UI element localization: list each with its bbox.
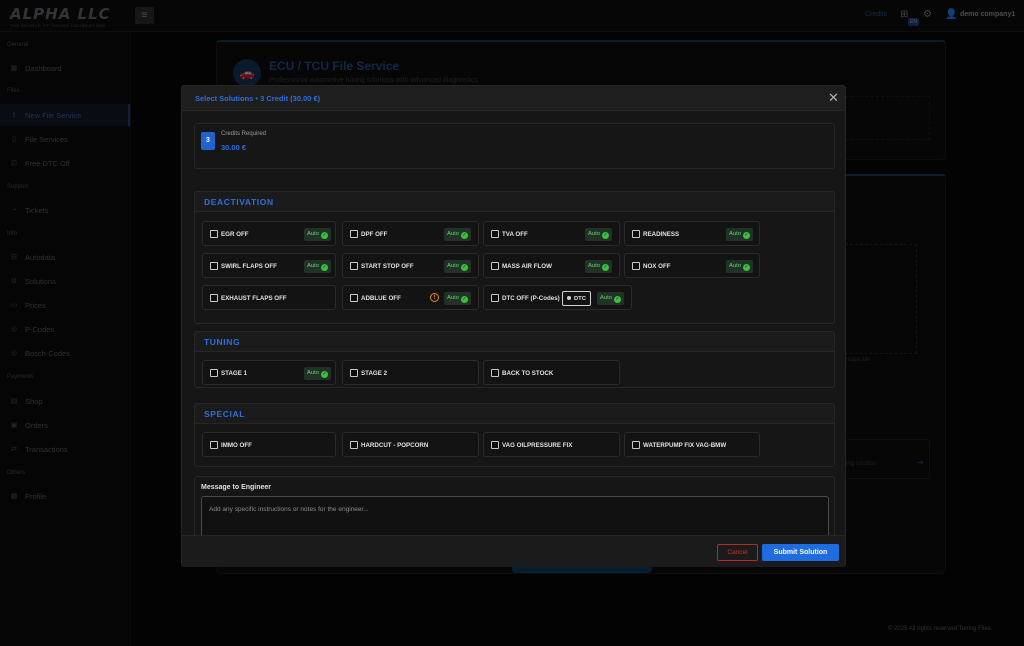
check-circle-icon: ✓ [460, 232, 468, 239]
deactivation-section: DEACTIVATION EGR OFF Auto ✓ DPF OFF Auto ✓… [194, 191, 835, 324]
option-waterpump-fix[interactable]: WATERPUMP FIX VAG-BMW [624, 432, 760, 457]
check-circle-icon: ✓ [601, 232, 609, 239]
option-stage-2[interactable]: STAGE 2 [342, 360, 479, 385]
submit-solution-button[interactable]: Submit Solution [762, 544, 839, 561]
option-hardcut-popcorn[interactable]: HARDCUT - POPCORN [342, 432, 479, 457]
credits-required-label: Credits Required [221, 131, 267, 137]
check-circle-icon: ✓ [320, 232, 328, 239]
checkbox[interactable] [350, 369, 358, 377]
check-circle-icon: ✓ [460, 264, 468, 271]
checkbox[interactable] [491, 262, 499, 270]
option-mass-air-flow[interactable]: MASS AIR FLOW Auto ✓ [483, 253, 620, 278]
checkbox[interactable] [350, 230, 358, 238]
checkbox[interactable] [210, 441, 218, 449]
auto-badge: Auto ✓ [726, 260, 753, 273]
check-circle-icon: ✓ [601, 264, 609, 271]
option-dpf-off[interactable]: DPF OFF Auto ✓ [342, 221, 479, 246]
close-icon[interactable]: ✕ [828, 91, 839, 104]
tuning-section: TUNING STAGE 1 Auto ✓ STAGE 2 BACK TO STO… [194, 331, 835, 388]
warning-info-icon[interactable]: ! [430, 293, 439, 302]
check-circle-icon: ✓ [320, 371, 328, 378]
tuning-title: TUNING [195, 332, 834, 352]
check-circle-icon: ✓ [742, 232, 750, 239]
auto-badge: Auto ✓ [585, 228, 612, 241]
checkbox[interactable] [350, 294, 358, 302]
option-readiness[interactable]: READINESS Auto ✓ [624, 221, 760, 246]
modal-footer: Cancel Submit Solution [182, 535, 845, 567]
checkbox[interactable] [632, 230, 640, 238]
option-egr-off[interactable]: EGR OFF Auto ✓ [202, 221, 336, 246]
checkbox[interactable] [210, 262, 218, 270]
check-circle-icon: ✓ [460, 296, 468, 303]
cancel-button[interactable]: Cancel [717, 544, 758, 561]
auto-badge: Auto ✓ [304, 260, 331, 273]
checkbox[interactable] [632, 441, 640, 449]
checkbox[interactable] [210, 294, 218, 302]
credit-count-badge: 3 [201, 132, 215, 150]
option-swirl-flaps-off[interactable]: SWIRL FLAPS OFF Auto ✓ [202, 253, 336, 278]
checkbox[interactable] [350, 441, 358, 449]
option-vag-oilpressure-fix[interactable]: VAG OILPRESSURE FIX [483, 432, 620, 457]
checkbox[interactable] [350, 262, 358, 270]
app-root: ALPHA LLC THE SOURCE OF TUNING CALIBRATI… [0, 0, 1024, 646]
check-circle-icon: ✓ [320, 264, 328, 271]
auto-badge: Auto ✓ [444, 260, 471, 273]
credits-required-box: 3 Credits Required 30.00 € [194, 123, 835, 169]
auto-badge: Auto ✓ [304, 228, 331, 241]
auto-badge: Auto ✓ [304, 367, 331, 380]
modal-title: Select Solutions • 3 Credit (30.00 €) [195, 94, 321, 103]
option-immo-off[interactable]: IMMO OFF [202, 432, 336, 457]
auto-badge: Auto ✓ [444, 292, 471, 305]
checkbox[interactable] [210, 230, 218, 238]
select-solutions-modal: Select Solutions • 3 Credit (30.00 €) ✕ … [181, 85, 846, 567]
checkbox[interactable] [210, 369, 218, 377]
auto-badge: Auto ✓ [585, 260, 612, 273]
checkbox[interactable] [491, 230, 499, 238]
option-back-to-stock[interactable]: BACK TO STOCK [483, 360, 620, 385]
checkbox[interactable] [491, 441, 499, 449]
deactivation-title: DEACTIVATION [195, 192, 834, 212]
checkbox[interactable] [491, 294, 499, 302]
check-circle-icon: ✓ [742, 264, 750, 271]
message-label: Message to Engineer [201, 484, 272, 491]
option-exhaust-flaps-off[interactable]: EXHAUST FLAPS OFF [202, 285, 336, 310]
option-tva-off[interactable]: TVA OFF Auto ✓ [483, 221, 620, 246]
option-adblue-off[interactable]: ADBLUE OFF ! Auto ✓ [342, 285, 479, 310]
modal-header: Select Solutions • 3 Credit (30.00 €) ✕ [182, 86, 845, 111]
check-circle-icon: ✓ [613, 296, 621, 303]
modal-body: 3 Credits Required 30.00 € DEACTIVATION … [182, 111, 845, 551]
special-section: SPECIAL IMMO OFF HARDCUT - POPCORN VAG O… [194, 403, 835, 467]
checkbox[interactable] [632, 262, 640, 270]
auto-badge: Auto ✓ [597, 292, 624, 305]
auto-badge: Auto ✓ [726, 228, 753, 241]
option-nox-off[interactable]: NOX OFF Auto ✓ [624, 253, 760, 278]
credits-required-value: 30.00 € [221, 143, 247, 152]
option-dtc-off[interactable]: DTC OFF (P-Codes) DTC Auto ✓ [483, 285, 632, 310]
dot-icon [567, 295, 571, 300]
checkbox[interactable] [491, 369, 499, 377]
auto-badge: Auto ✓ [444, 228, 471, 241]
dtc-chip[interactable]: DTC [562, 291, 591, 306]
option-start-stop-off[interactable]: START STOP OFF Auto ✓ [342, 253, 479, 278]
option-stage-1[interactable]: STAGE 1 Auto ✓ [202, 360, 336, 385]
special-title: SPECIAL [195, 404, 834, 424]
